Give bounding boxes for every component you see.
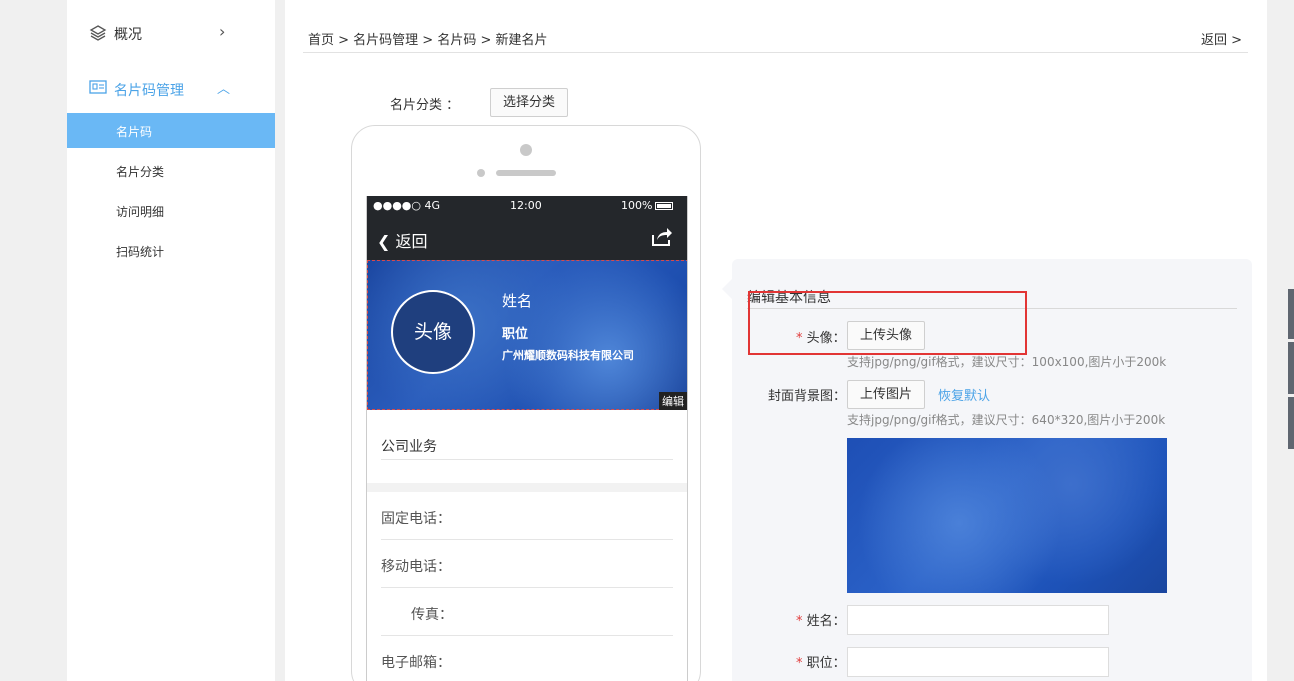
sidebar-group-label: 名片码管理 [114,83,184,99]
field-fax: 传真： [411,607,453,623]
divider [381,587,673,588]
divider [303,52,1248,53]
battery-level: 100% [621,199,653,212]
category-label: 名片分类 ： [390,98,460,113]
restore-default-link[interactable]: 恢复默认 [938,385,990,404]
name-input[interactable] [847,605,1109,635]
id-card-icon [89,80,107,94]
position-label: * 职位： [796,652,846,671]
avatar-hint: 支持jpg/png/gif格式，建议尺寸：100x100,图片小于200k [847,355,1167,369]
sidebar-item-label: 名片分类 [116,165,165,179]
side-widget-tab[interactable] [1288,342,1294,394]
card-edit-button[interactable]: 编辑 [659,392,687,410]
chevron-up-icon: ︿ [217,82,231,97]
card-name: 姓名 [502,292,533,310]
back-link[interactable]: 返回 > [1201,29,1242,48]
position-label-text: 职位： [806,656,846,671]
required-mark: * [796,656,803,671]
side-widget-tab[interactable] [1288,289,1294,339]
battery-icon [655,202,673,210]
phone-preview: ●●●●○ 4G 12:00 100% ❮ 返回 头像 姓名 职位 广州耀顺数码… [351,125,701,681]
sidebar: 概况 › 名片码管理 ︿ 名片码 名片分类 访问明细 扫码统计 [67,0,275,681]
signal-indicator: ●●●●○ 4G [373,199,441,212]
divider [381,459,673,460]
phone-speaker [496,170,556,176]
card-position: 职位 [502,327,529,342]
status-time: 12:00 [510,199,542,212]
field-mobile: 移动电话： [381,559,451,575]
upload-cover-button[interactable]: 上传图片 [847,380,925,409]
sidebar-item-visit-details[interactable]: 访问明细 [67,193,275,228]
position-input[interactable] [847,647,1109,677]
phone-screen: ●●●●○ 4G 12:00 100% ❮ 返回 头像 姓名 职位 广州耀顺数码… [366,196,688,681]
sidebar-item-overview[interactable]: 概况 › [67,18,275,48]
divider [381,539,673,540]
side-widget-tab[interactable] [1288,397,1294,449]
sidebar-item-scan-stats[interactable]: 扫码统计 [67,233,275,268]
sidebar-item-label: 扫码统计 [116,245,165,259]
divider [381,635,673,636]
highlight-box [748,291,1027,355]
card-company: 广州耀顺数码科技有限公司 [502,349,634,362]
phone-navbar: ❮ 返回 [367,216,687,260]
sidebar-item-card-category[interactable]: 名片分类 [67,153,275,188]
card-cover[interactable]: 头像 姓名 职位 广州耀顺数码科技有限公司 编辑 [367,260,687,410]
cover-hint: 支持jpg/png/gif格式，建议尺寸：640*320,图片小于200k [847,413,1166,427]
status-bar: ●●●●○ 4G 12:00 100% [367,196,687,216]
chevron-left-icon: ❮ [377,232,391,251]
sidebar-group-card-code[interactable]: 名片码管理 ︿ [67,74,275,104]
required-mark: * [796,614,803,629]
name-label-text: 姓名： [806,614,846,629]
cover-preview-image [847,438,1167,593]
sidebar-item-label: 访问明细 [116,205,165,219]
field-email: 电子邮箱： [381,655,451,671]
field-landline: 固定电话： [381,511,451,527]
chevron-right-icon: › [219,22,226,41]
select-category-button[interactable]: 选择分类 [490,88,568,117]
sidebar-item-card-code[interactable]: 名片码 [67,113,275,148]
name-label: * 姓名： [796,610,846,629]
phone-back-button[interactable]: ❮ 返回 [377,228,428,252]
sidebar-overview-label: 概况 [114,27,142,43]
section-gap [367,483,687,492]
sidebar-item-label: 名片码 [116,125,153,139]
card-avatar[interactable]: 头像 [391,290,475,374]
company-business-title: 公司业务 [381,439,437,455]
phone-back-label: 返回 [395,232,428,251]
cover-label: 封面背景图： [768,389,847,404]
breadcrumb[interactable]: 首页 > 名片码管理 > 名片码 > 新建名片 [308,29,547,48]
phone-sensor [477,169,485,177]
share-icon[interactable] [651,227,673,247]
layers-icon [89,25,107,41]
phone-camera [520,144,532,156]
